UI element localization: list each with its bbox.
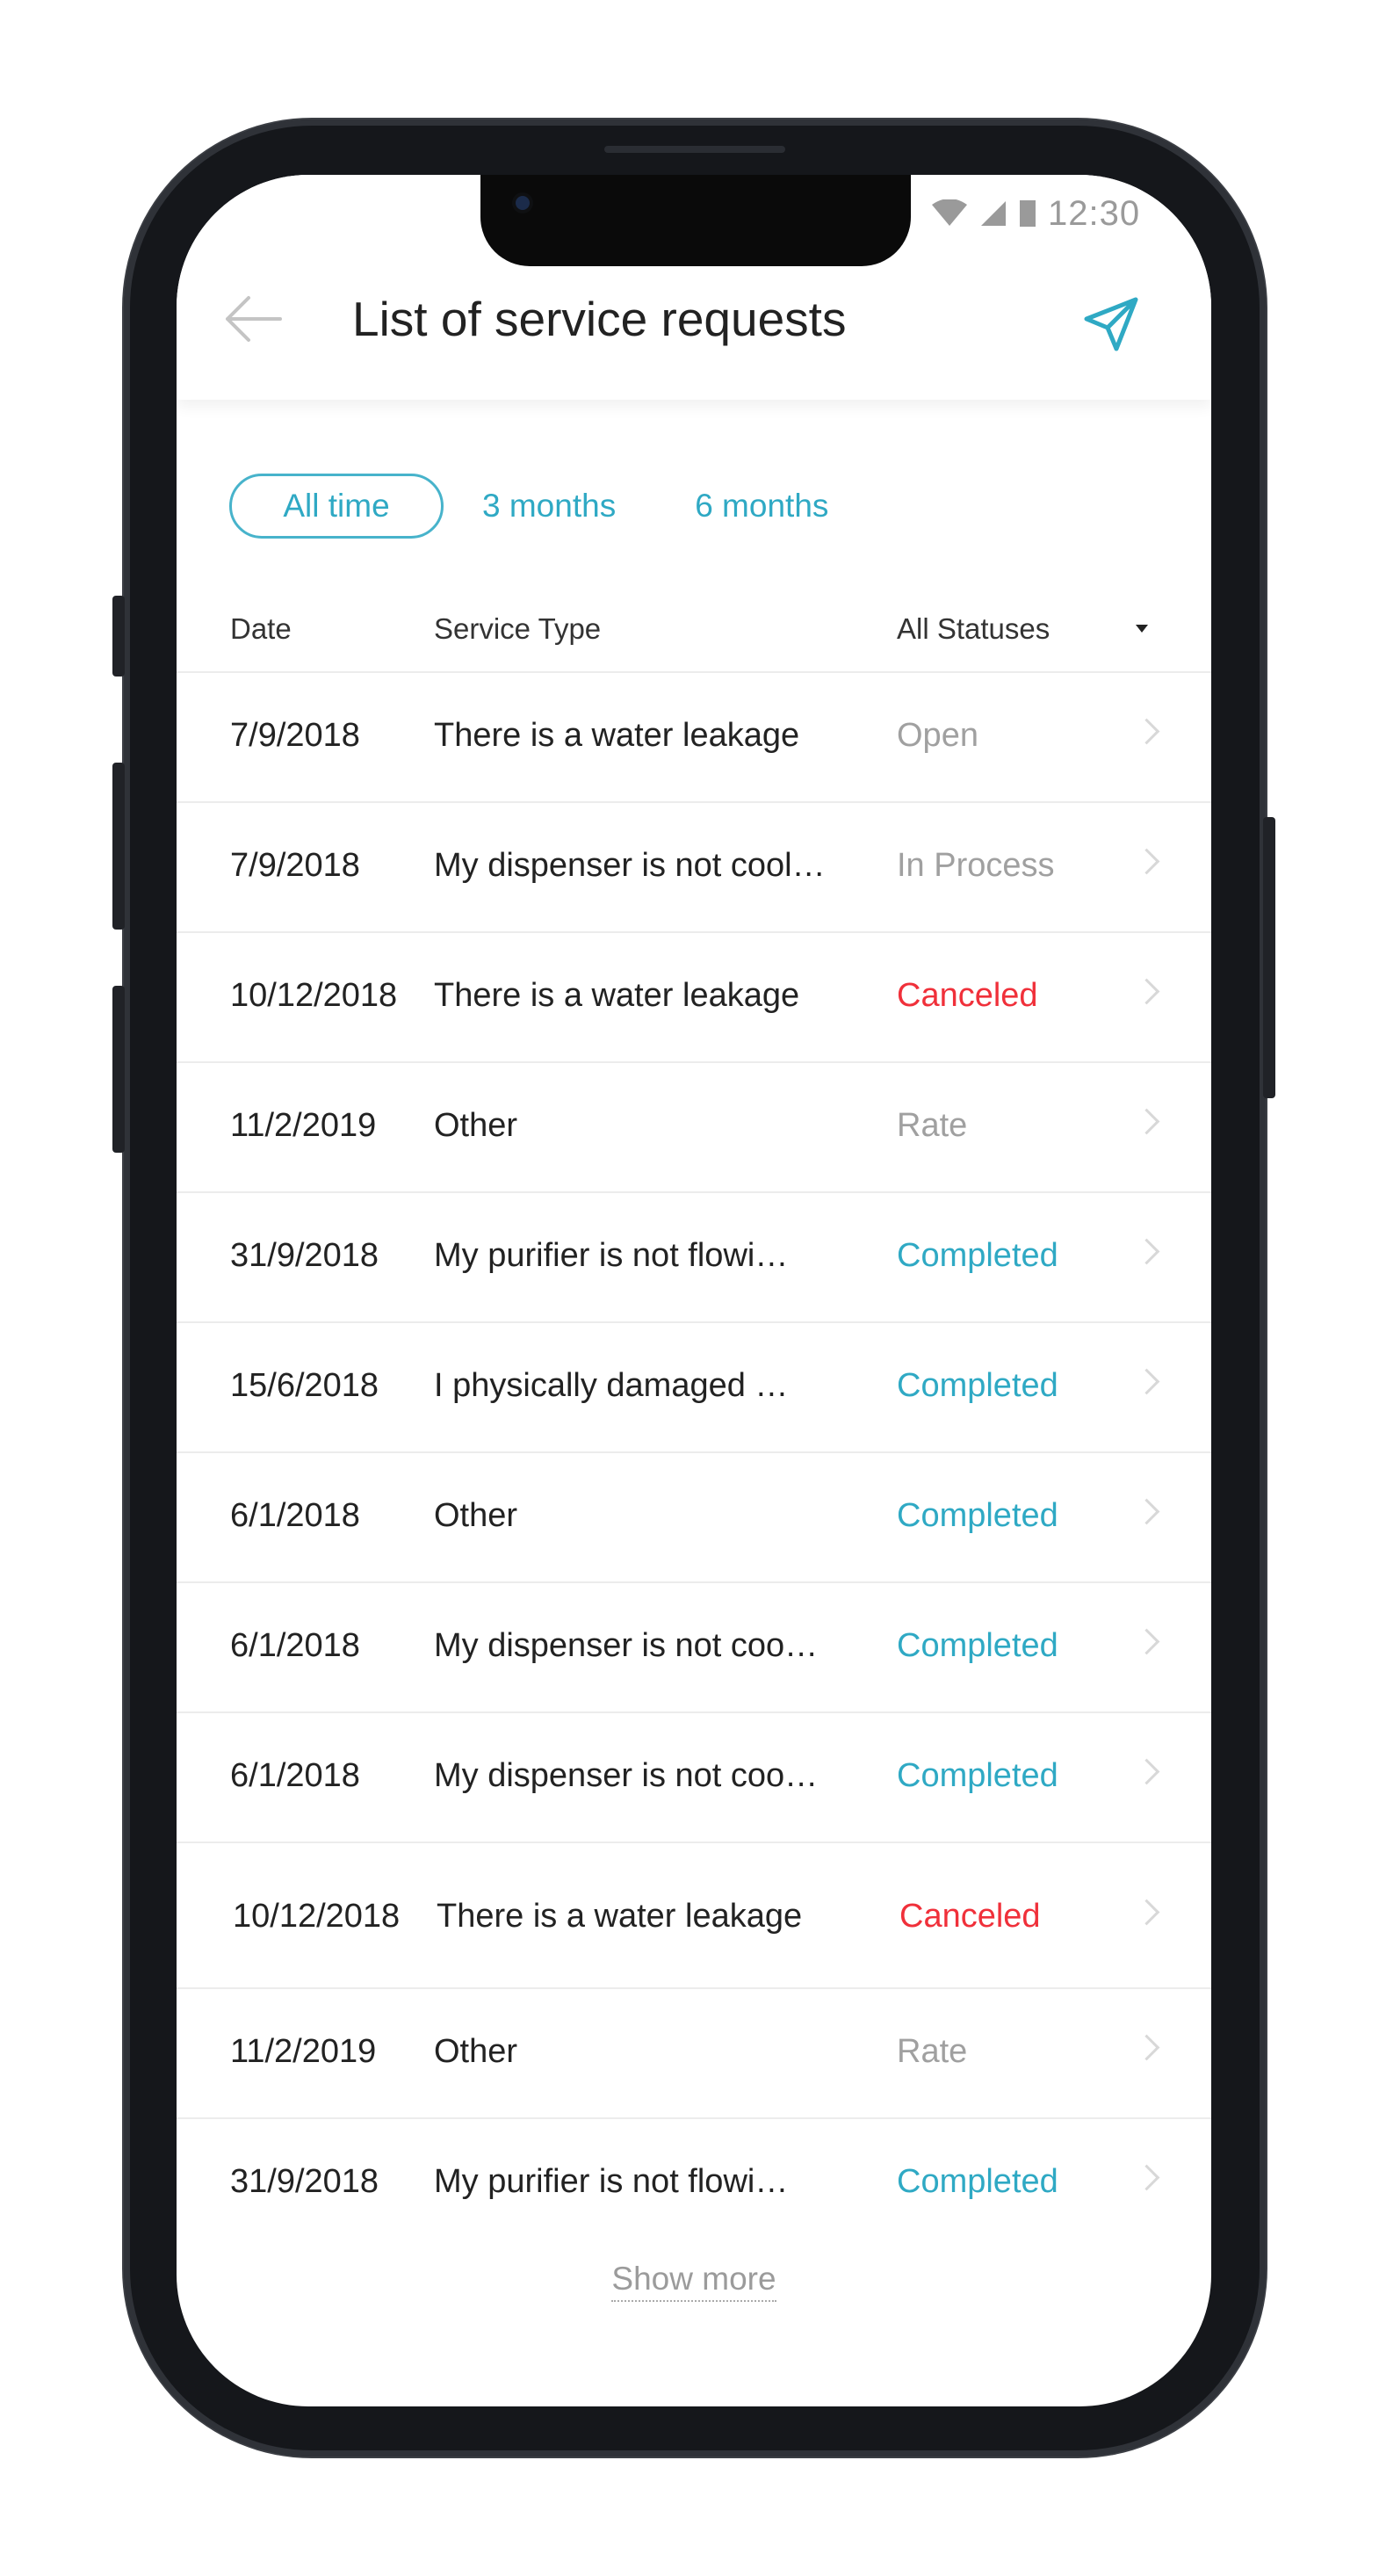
row-date: 7/9/2018 (230, 717, 360, 754)
row-service-type: My purifier is not flowi… (434, 2163, 789, 2200)
status-time: 12:30 (1048, 193, 1141, 233)
row-service-type: There is a water leakage (434, 717, 800, 754)
battery-icon (1020, 200, 1036, 227)
row-date: 31/9/2018 (230, 2163, 379, 2200)
table-header: Date Service Type All Statuses (177, 597, 1211, 658)
row-date: 6/1/2018 (230, 1757, 360, 1794)
table-row[interactable]: 6/1/2018 Other Completed (177, 1451, 1211, 1581)
show-more-link[interactable]: Show more (611, 2261, 776, 2302)
table-row[interactable]: 6/1/2018 My dispenser is not coo… Complete… (177, 1581, 1211, 1711)
chevron-right-icon (1133, 848, 1160, 875)
chevron-right-icon (1133, 718, 1160, 745)
row-service-type: Other (434, 2033, 518, 2070)
volume-up-button (112, 763, 125, 930)
camera-icon (516, 196, 530, 210)
table-row[interactable]: 31/9/2018 My purifier is not flowi… Comple… (177, 1191, 1211, 1321)
status-filter-dropdown[interactable]: All Statuses (897, 612, 1050, 646)
row-date: 31/9/2018 (230, 1237, 379, 1274)
arrow-left-icon[interactable] (222, 293, 284, 345)
row-status: Canceled (899, 1898, 1041, 1935)
row-service-type: There is a water leakage (434, 977, 800, 1014)
row-date: 11/2/2019 (230, 1107, 377, 1144)
speaker-grill (604, 146, 785, 153)
table-row[interactable]: 11/2/2019 Other Rate (177, 1061, 1211, 1191)
volume-down-button (112, 986, 125, 1153)
paper-plane-icon[interactable] (1079, 293, 1143, 356)
row-status: Completed (897, 1367, 1058, 1404)
service-request-list: 7/9/2018 There is a water leakage Open 7/9/… (177, 671, 1211, 2247)
row-service-type: Other (434, 1497, 518, 1534)
page-title: List of service requests (352, 292, 847, 346)
cell-signal-icon (981, 201, 1006, 226)
row-service-type: My purifier is not flowi… (434, 1237, 789, 1274)
row-service-type: I physically damaged … (434, 1367, 789, 1404)
column-header-date: Date (230, 612, 292, 645)
mute-switch (112, 596, 125, 677)
row-service-type: My dispenser is not cool… (434, 847, 826, 884)
row-status: Open (897, 717, 978, 754)
row-status: Completed (897, 1237, 1058, 1274)
notch (480, 175, 911, 266)
row-status: Completed (897, 1497, 1058, 1534)
table-row[interactable]: 7/9/2018 My dispenser is not cool… In Proc… (177, 801, 1211, 931)
table-row[interactable]: 10/12/2018 There is a water leakage Cancel… (177, 1842, 1211, 1987)
table-row[interactable]: 7/9/2018 There is a water leakage Open (177, 671, 1211, 801)
row-date: 7/9/2018 (230, 847, 360, 884)
chevron-right-icon (1133, 2164, 1160, 2191)
row-service-type: There is a water leakage (437, 1898, 803, 1935)
table-row[interactable]: 10/12/2018 There is a water leakage Cancel… (177, 931, 1211, 1061)
row-date: 6/1/2018 (230, 1627, 360, 1664)
filter-6-months[interactable]: 6 months (695, 474, 828, 539)
column-header-service-type: Service Type (434, 612, 602, 645)
row-date: 6/1/2018 (230, 1497, 360, 1534)
row-date: 11/2/2019 (230, 2033, 377, 2070)
chevron-right-icon (1133, 1368, 1160, 1395)
time-filter-bar: All time 3 months 6 months (229, 474, 828, 539)
row-date: 10/12/2018 (230, 977, 398, 1014)
row-status: Completed (897, 1627, 1058, 1664)
chevron-right-icon (1133, 978, 1160, 1005)
chevron-right-icon (1133, 2034, 1160, 2061)
row-service-type: My dispenser is not coo… (434, 1627, 819, 1664)
table-row[interactable]: 6/1/2018 My dispenser is not coo… Complete… (177, 1711, 1211, 1842)
chevron-right-icon (1133, 1899, 1160, 1926)
wifi-icon (932, 199, 967, 226)
row-date: 10/12/2018 (233, 1898, 401, 1935)
table-row[interactable]: 11/2/2019 Other Rate (177, 1987, 1211, 2117)
app-screen: 12:30 List of service requests All time … (177, 175, 1211, 2406)
chevron-right-icon (1133, 1758, 1160, 1785)
chevron-right-icon (1133, 1498, 1160, 1525)
caret-down-icon[interactable] (1136, 625, 1148, 633)
row-date: 15/6/2018 (230, 1367, 379, 1404)
chevron-right-icon (1133, 1238, 1160, 1265)
status-bar: 12:30 (930, 194, 1140, 233)
table-row[interactable]: 15/6/2018 I physically damaged … Completed (177, 1321, 1211, 1451)
row-service-type: Other (434, 1107, 518, 1144)
chevron-right-icon (1133, 1108, 1160, 1135)
row-status: Completed (897, 1757, 1058, 1794)
row-status: Rate (897, 2033, 968, 2070)
table-row[interactable]: 31/9/2018 My purifier is not flowi… Comple… (177, 2117, 1211, 2247)
show-more-container: Show more (177, 2261, 1211, 2302)
row-status: Rate (897, 1107, 968, 1144)
row-status: In Process (897, 847, 1055, 884)
chevron-right-icon (1133, 1628, 1160, 1655)
row-service-type: My dispenser is not coo… (434, 1757, 819, 1794)
filter-3-months[interactable]: 3 months (482, 474, 616, 539)
filter-all-time[interactable]: All time (229, 474, 444, 539)
row-status: Canceled (897, 977, 1038, 1014)
row-status: Completed (897, 2163, 1058, 2200)
power-button (1263, 817, 1275, 1098)
